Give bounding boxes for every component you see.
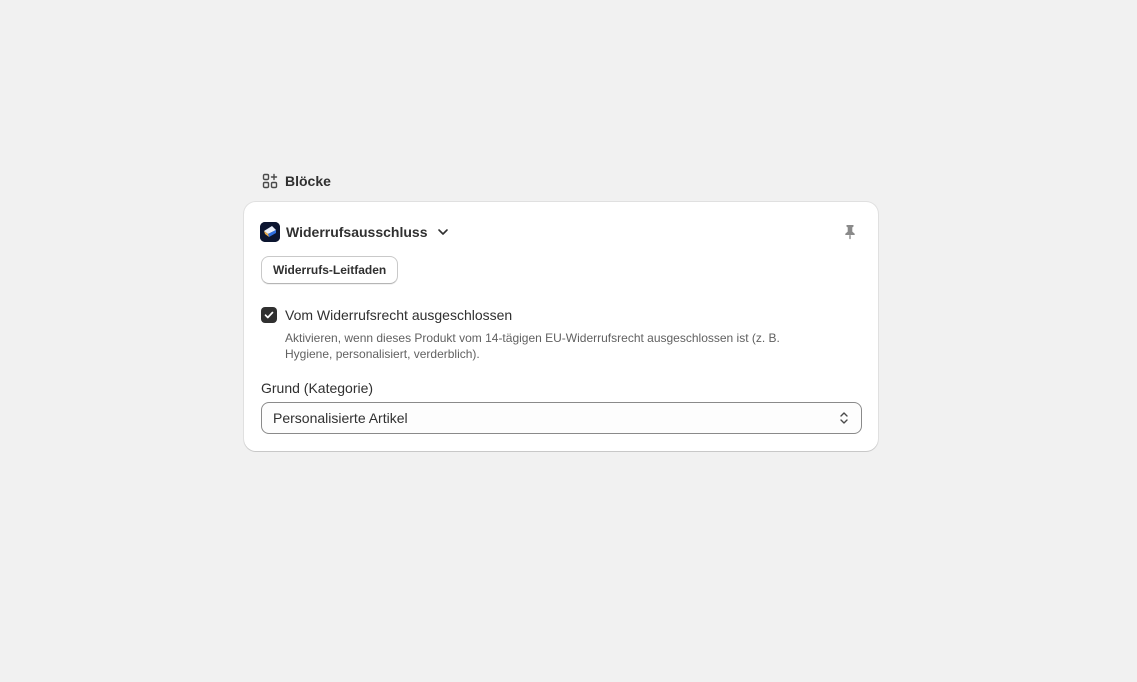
app-logo-icon xyxy=(260,222,280,242)
app-menu-toggle[interactable]: Widerrufsausschluss xyxy=(260,222,451,242)
app-block-card: Widerrufsausschluss Widerrufs-Leitfaden xyxy=(244,202,878,451)
select-arrows-icon xyxy=(836,408,852,428)
chevron-down-icon xyxy=(435,224,451,240)
card-header: Widerrufsausschluss xyxy=(260,220,862,244)
reason-field-label: Grund (Kategorie) xyxy=(261,380,374,396)
checkbox-text: Vom Widerrufsrecht ausgeschlossen Aktivi… xyxy=(285,307,830,362)
checkmark-icon xyxy=(264,311,274,319)
checkbox-help-text: Aktivieren, wenn dieses Produkt vom 14-t… xyxy=(285,331,780,361)
blocks-icon xyxy=(262,173,278,189)
reason-select[interactable]: Personalisierte Artikel xyxy=(261,402,862,434)
guide-button[interactable]: Widerrufs-Leitfaden xyxy=(261,256,399,284)
reason-select-value: Personalisierte Artikel xyxy=(273,410,408,426)
exclusion-checkbox-row: Vom Widerrufsrecht ausgeschlossen Aktivi… xyxy=(261,307,862,362)
app-title: Widerrufsausschluss xyxy=(286,224,428,240)
section-title: Blöcke xyxy=(285,173,331,189)
blocks-section: Blöcke Widerrufsausschluss Widerrufs-Lei… xyxy=(244,168,879,451)
section-header: Blöcke xyxy=(244,168,879,194)
pin-button[interactable] xyxy=(840,222,860,242)
exclusion-checkbox[interactable] xyxy=(261,307,277,323)
pin-icon xyxy=(845,225,855,240)
checkbox-label[interactable]: Vom Widerrufsrecht ausgeschlossen xyxy=(285,307,830,323)
